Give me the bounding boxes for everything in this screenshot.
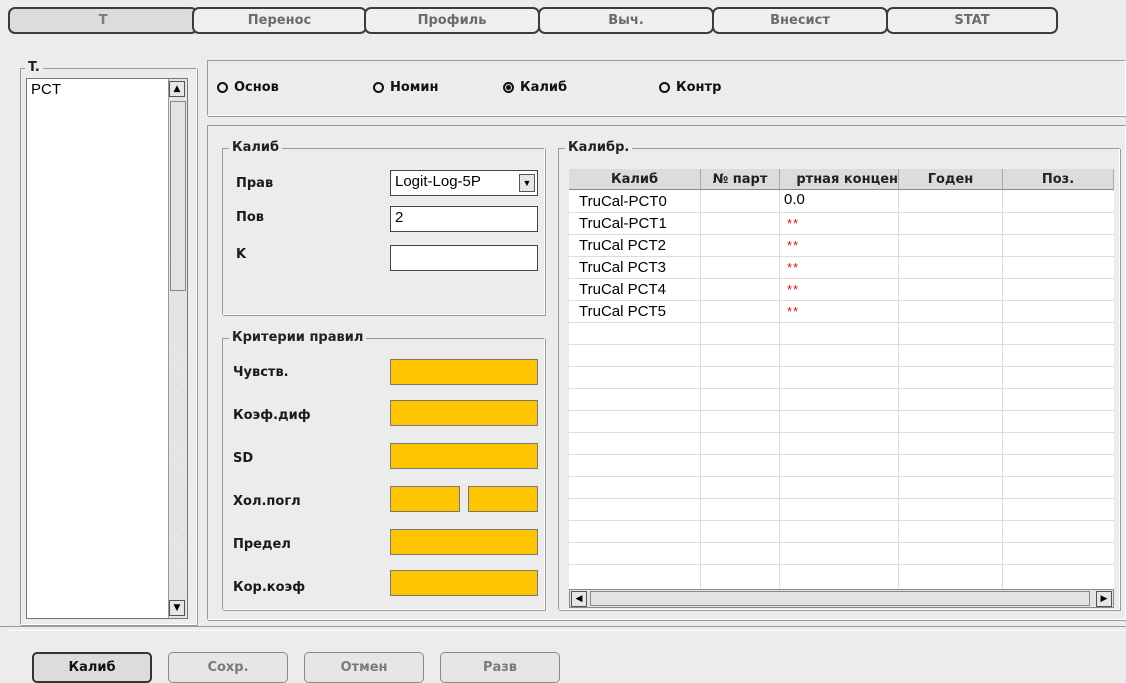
test-list-item[interactable]: PCT — [31, 81, 61, 98]
table-row-calib-name[interactable]: TruCal PCT4 — [579, 281, 666, 303]
rule-select[interactable]: Logit-Log-5P ▼ — [390, 170, 538, 196]
rule-select-value: Logit-Log-5P — [395, 173, 481, 190]
column-header-calib[interactable]: Калиб — [569, 169, 701, 190]
radio-nominal-label: Номин — [390, 80, 439, 95]
cancel-button[interactable]: Отмен — [304, 652, 424, 683]
criteria-blank-abs-min-field[interactable] — [390, 486, 460, 512]
table-row-conc[interactable]: ** — [787, 215, 799, 237]
criteria-sd-label: SD — [233, 451, 254, 466]
scrollbar-thumb[interactable] — [170, 101, 186, 291]
scrollbar-thumb[interactable] — [590, 591, 1090, 606]
bottom-separator — [0, 626, 1126, 627]
table-row-conc[interactable]: 0.0 — [784, 191, 805, 213]
tab-external[interactable]: Внесист — [712, 7, 888, 34]
column-header-valid[interactable]: Годен — [899, 169, 1003, 190]
criteria-sensitivity-label: Чувств. — [233, 365, 289, 380]
test-list-title: T. — [25, 60, 43, 75]
criteria-coefdiff-label: Коэф.диф — [233, 408, 311, 423]
calibrators-table[interactable]: Калиб № парт ртная концен Годен Поз. Tru… — [569, 169, 1114, 589]
repeat-label: Пов — [236, 210, 265, 225]
test-list-scrollbar[interactable]: ▲ ▼ — [168, 79, 187, 618]
radio-unchecked-icon — [659, 82, 670, 93]
test-listbox[interactable]: PCT ▲ ▼ — [26, 78, 188, 619]
criteria-blank-abs-label: Хол.погл — [233, 494, 301, 509]
column-header-position[interactable]: Поз. — [1003, 169, 1114, 190]
tab-stat[interactable]: STAT — [886, 7, 1058, 34]
radio-nominal[interactable]: Номин — [373, 80, 439, 95]
k-label: K — [236, 247, 247, 262]
dropdown-arrow-icon[interactable]: ▼ — [519, 174, 535, 192]
criteria-corrcoef-label: Кор.коэф — [233, 580, 306, 595]
table-row-calib-name[interactable]: TruCal PCT5 — [579, 303, 666, 325]
tab-profile[interactable]: Профиль — [364, 7, 540, 34]
criteria-limit-field[interactable] — [390, 529, 538, 555]
save-button[interactable]: Сохр. — [168, 652, 288, 683]
radio-control[interactable]: Контр — [659, 80, 721, 95]
repeat-input[interactable]: 2 — [390, 206, 538, 232]
scroll-down-icon[interactable]: ▼ — [169, 600, 185, 616]
criteria-limit-label: Предел — [233, 537, 291, 552]
scroll-up-icon[interactable]: ▲ — [169, 81, 185, 97]
scroll-left-icon[interactable]: ◀ — [571, 591, 587, 607]
radio-checked-icon — [503, 82, 514, 93]
criteria-sensitivity-field[interactable] — [390, 359, 538, 385]
table-row-calib-name[interactable]: TruCal PCT2 — [579, 237, 666, 259]
radio-calib-label: Калиб — [520, 80, 568, 95]
column-header-concentration[interactable]: ртная концен — [780, 169, 899, 190]
tab-t[interactable]: T — [8, 7, 198, 34]
radio-main[interactable]: Основ — [217, 80, 279, 95]
calibrators-group-title: Калибр. — [565, 140, 633, 155]
radio-main-label: Основ — [234, 80, 279, 95]
table-row-conc[interactable]: ** — [787, 303, 799, 325]
column-header-lot[interactable]: № парт — [701, 169, 780, 190]
criteria-sd-field[interactable] — [390, 443, 538, 469]
table-row-calib-name[interactable]: TruCal PCT3 — [579, 259, 666, 281]
table-row-conc[interactable]: ** — [787, 237, 799, 259]
tab-transfer[interactable]: Перенос — [192, 7, 367, 34]
table-row-calib-name[interactable]: TruCal-PCT1 — [579, 215, 667, 237]
rule-label: Прав — [236, 176, 274, 191]
table-horizontal-scrollbar[interactable]: ◀ ▶ — [569, 589, 1114, 608]
criteria-corrcoef-field[interactable] — [390, 570, 538, 596]
calibrate-button[interactable]: Калиб — [32, 652, 152, 683]
radio-calib[interactable]: Калиб — [503, 80, 567, 95]
bottom-frame — [8, 630, 1126, 631]
tab-calc[interactable]: Выч. — [538, 7, 714, 34]
criteria-blank-abs-max-field[interactable] — [468, 486, 538, 512]
table-row-calib-name[interactable]: TruCal-PCT0 — [579, 193, 667, 215]
radio-unchecked-icon — [373, 82, 384, 93]
expand-button[interactable]: Разв — [440, 652, 560, 683]
radio-unchecked-icon — [217, 82, 228, 93]
table-row-conc[interactable]: ** — [787, 259, 799, 281]
table-row-conc[interactable]: ** — [787, 281, 799, 303]
criteria-group-title: Критерии правил — [229, 330, 367, 345]
calib-group-title: Калиб — [229, 140, 283, 155]
scroll-right-icon[interactable]: ▶ — [1096, 591, 1112, 607]
criteria-coefdiff-field[interactable] — [390, 400, 538, 426]
radio-control-label: Контр — [676, 80, 722, 95]
k-input[interactable] — [390, 245, 538, 271]
